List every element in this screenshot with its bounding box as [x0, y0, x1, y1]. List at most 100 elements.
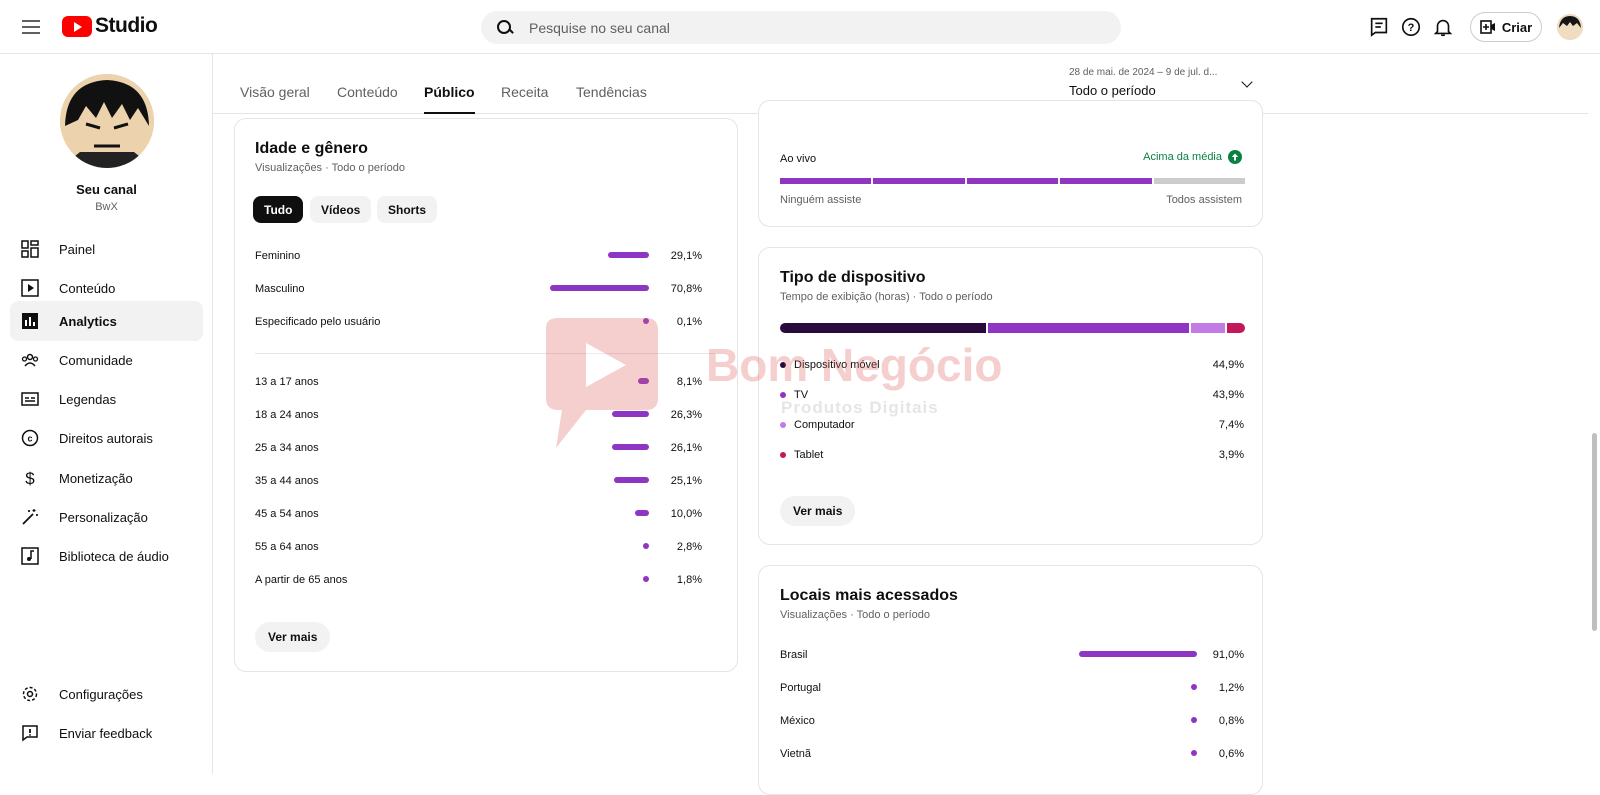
period-label: Todo o período — [1069, 83, 1156, 98]
device-label: Tablet — [794, 449, 824, 461]
live-retention-bar — [780, 178, 1245, 184]
comment-icon[interactable] — [1368, 16, 1390, 38]
age-value: 1,8% — [676, 574, 702, 586]
sidebar-item-label: Direitos autorais — [59, 430, 153, 446]
live-retention-card: Ao vivo Acima da média Ninguém assiste T… — [758, 100, 1263, 227]
age-value: 10,0% — [670, 508, 702, 520]
gender-value: 29,1% — [670, 250, 702, 262]
age-bar — [612, 444, 649, 450]
location-value: 91,0% — [1212, 649, 1244, 661]
sidebar-item-label: Biblioteca de áudio — [59, 548, 169, 564]
tab-visao-geral[interactable]: Visão geral — [240, 84, 310, 114]
gender-value: 70,8% — [670, 283, 702, 295]
sidebar-item-analytics[interactable]: Analytics — [10, 301, 203, 341]
gender-label: Especificado pelo usuário — [255, 316, 381, 328]
page-scrollbar[interactable] — [1588, 54, 1600, 774]
live-bar-segment — [780, 178, 872, 184]
scrollbar-thumb[interactable] — [1592, 433, 1597, 631]
hamburger-menu-icon[interactable] — [22, 17, 40, 37]
device-value: 44,9% — [1212, 359, 1244, 371]
sidebar-item-painel[interactable]: Painel — [10, 229, 203, 269]
sidebar-item-label: Analytics — [59, 313, 117, 329]
tab-conteudo[interactable]: Conteúdo — [337, 84, 398, 114]
age-value: 26,3% — [670, 409, 702, 421]
community-icon — [21, 353, 39, 367]
age-bar — [635, 510, 649, 516]
analytics-icon — [22, 313, 38, 329]
gender-bar — [643, 318, 649, 324]
sidebar-item-label: Configurações — [59, 686, 143, 702]
sidebar-item-label: Monetização — [59, 470, 133, 486]
age-label: 55 a 64 anos — [255, 541, 319, 553]
age-label: 35 a 44 anos — [255, 475, 319, 487]
channel-handle: BwX — [95, 201, 118, 213]
see-more-button[interactable]: Ver mais — [255, 622, 331, 652]
search-icon[interactable] — [497, 19, 513, 36]
chip-tudo[interactable]: Tudo — [253, 196, 304, 223]
search-input[interactable] — [529, 19, 1089, 36]
age-label: 45 a 54 anos — [255, 508, 319, 520]
youtube-studio-logo[interactable]: Studio — [62, 14, 158, 38]
search-bar[interactable] — [481, 11, 1121, 44]
live-max-label: Todos assistem — [1166, 194, 1242, 206]
chip-shorts[interactable]: Shorts — [377, 196, 438, 223]
help-icon[interactable]: ? — [1400, 16, 1422, 38]
gender-bar — [550, 285, 649, 291]
device-label: Dispositivo móvel — [794, 359, 880, 371]
notification-bell-icon[interactable] — [1432, 16, 1454, 38]
divider — [255, 353, 715, 354]
device-label: Computador — [794, 419, 855, 431]
location-label: Brasil — [780, 649, 808, 661]
sidebar-item-direitos-autorais[interactable]: c Direitos autorais — [10, 418, 203, 458]
period-range: 28 de mai. de 2024 – 9 de jul. d... — [1069, 67, 1218, 78]
age-bar — [643, 576, 649, 582]
tab-tendencias[interactable]: Tendências — [576, 84, 647, 114]
sidebar-item-legendas[interactable]: Legendas — [10, 379, 203, 419]
period-selector[interactable]: 28 de mai. de 2024 – 9 de jul. d... Todo… — [1069, 67, 1269, 98]
age-bar — [638, 378, 649, 384]
create-button[interactable]: Criar — [1470, 12, 1542, 42]
live-status: Acima da média — [1143, 150, 1242, 164]
create-label: Criar — [1501, 19, 1533, 35]
sidebar-item-label: Personalização — [59, 509, 148, 525]
gender-label: Feminino — [255, 250, 301, 262]
device-value: 7,4% — [1218, 419, 1244, 431]
age-value: 2,8% — [676, 541, 702, 553]
device-label: TV — [794, 389, 809, 401]
audio-library-icon — [21, 547, 39, 565]
age-label: 18 a 24 anos — [255, 409, 319, 421]
sidebar-item-personalizacao[interactable]: Personalização — [10, 497, 203, 537]
card-title: Locais mais acessados — [780, 587, 958, 604]
sidebar-item-comunidade[interactable]: Comunidade — [10, 340, 203, 380]
sidebar-item-enviar-feedback[interactable]: Enviar feedback — [10, 713, 203, 753]
gear-icon — [22, 686, 38, 702]
legend-dot — [780, 362, 786, 368]
account-avatar[interactable] — [1557, 14, 1583, 40]
sidebar-item-configuracoes[interactable]: Configurações — [10, 674, 203, 714]
live-bar-segment — [1060, 178, 1152, 184]
channel-avatar[interactable] — [60, 74, 154, 168]
gender-value: 0,1% — [676, 316, 702, 328]
video-add-icon — [1480, 20, 1495, 34]
tab-receita[interactable]: Receita — [501, 84, 548, 114]
magic-wand-icon — [22, 509, 38, 525]
dollar-icon: $ — [25, 469, 35, 487]
age-label: A partir de 65 anos — [255, 574, 348, 586]
svg-text:?: ? — [1408, 22, 1415, 34]
age-label: 25 a 34 anos — [255, 442, 319, 454]
age-value: 8,1% — [676, 376, 702, 388]
sidebar-item-monetizacao[interactable]: $ Monetização — [10, 458, 203, 498]
card-subtitle: Visualizações · Todo o período — [255, 162, 406, 174]
svg-text:c: c — [27, 434, 32, 444]
live-bar-segment — [966, 178, 1059, 184]
age-bar — [643, 543, 649, 549]
card-title: Idade e gênero — [255, 140, 368, 157]
card-subtitle: Tempo de exibição (horas) · Todo o perío… — [780, 291, 993, 303]
see-more-button[interactable]: Ver mais — [780, 496, 856, 526]
svg-text:$: $ — [25, 469, 35, 487]
chip-videos[interactable]: Vídeos — [310, 196, 372, 223]
tab-publico[interactable]: Público — [424, 84, 475, 114]
content-icon — [21, 279, 39, 297]
sidebar-item-label: Comunidade — [59, 352, 133, 368]
sidebar-item-biblioteca-audio[interactable]: Biblioteca de áudio — [10, 536, 203, 576]
